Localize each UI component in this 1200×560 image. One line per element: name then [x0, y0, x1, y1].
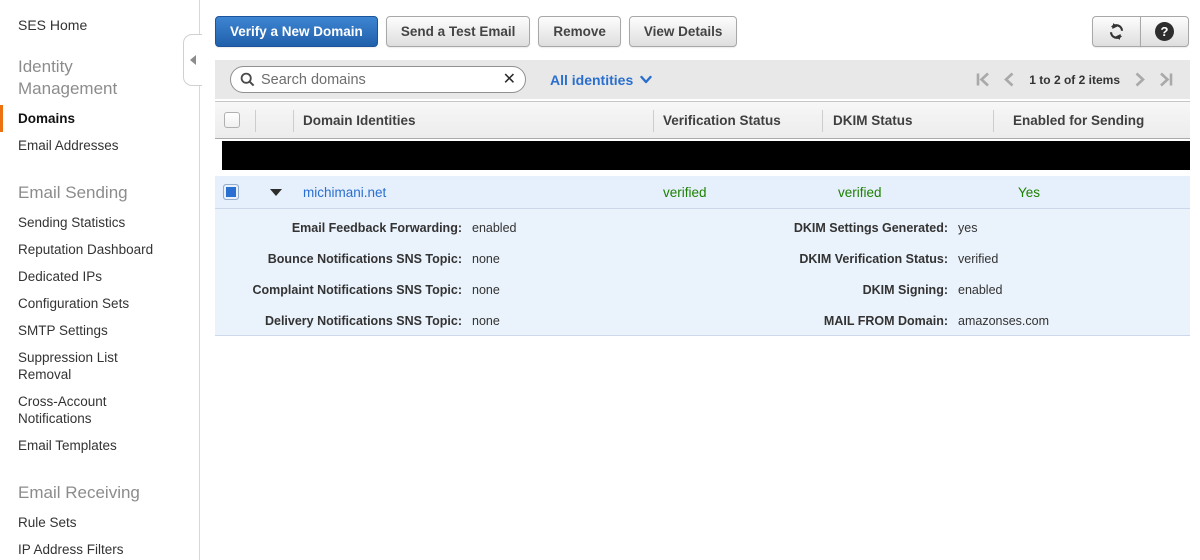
row-checkbox-checked[interactable] — [223, 184, 239, 200]
action-toolbar: Verify a New Domain Send a Test Email Re… — [215, 16, 738, 47]
dkim-signing-value: enabled — [958, 282, 1003, 297]
detail-row: Bounce Notifications SNS Topic: none DKI… — [215, 243, 1190, 274]
mail-from-domain-value: amazonses.com — [958, 313, 1050, 328]
select-all-checkbox[interactable] — [224, 112, 240, 128]
domain-name-link[interactable]: michimani.net — [303, 176, 386, 208]
last-page-button[interactable] — [1158, 72, 1174, 87]
search-input[interactable] — [261, 71, 503, 88]
column-header-enabled-for-sending[interactable]: Enabled for Sending — [1013, 102, 1144, 138]
help-button[interactable]: ? — [1140, 16, 1189, 47]
sidebar-item-domains[interactable]: Domains — [0, 105, 199, 132]
search-icon — [240, 72, 255, 87]
detail-row: Delivery Notifications SNS Topic: none M… — [215, 305, 1190, 336]
sidebar-item-configuration-sets[interactable]: Configuration Sets — [0, 290, 199, 317]
question-mark-icon: ? — [1155, 22, 1174, 41]
verify-new-domain-button[interactable]: Verify a New Domain — [215, 16, 378, 47]
identity-filter-dropdown[interactable]: All identities — [550, 72, 652, 88]
send-test-email-button[interactable]: Send a Test Email — [385, 16, 531, 47]
dkim-verification-status-value: verified — [958, 251, 999, 266]
dkim-settings-generated-value: yes — [958, 220, 978, 235]
column-divider — [653, 110, 654, 132]
first-page-icon — [976, 72, 990, 87]
column-divider — [993, 110, 994, 132]
previous-page-icon — [1004, 72, 1014, 87]
next-page-button[interactable] — [1134, 72, 1146, 87]
column-header-dkim-status[interactable]: DKIM Status — [833, 102, 913, 138]
view-details-button[interactable]: View Details — [628, 16, 738, 47]
filter-bar: ✕ All identities 1 to 2 of 2 items — [215, 60, 1190, 99]
email-feedback-forwarding-value: enabled — [472, 220, 517, 235]
delivery-notifications-value: none — [472, 313, 500, 328]
complaint-notifications-value: none — [472, 282, 500, 297]
select-all-cell — [224, 102, 240, 138]
redacted-table-row[interactable] — [222, 141, 1190, 170]
next-page-icon — [1135, 72, 1145, 87]
complaint-notifications-label: Complaint Notifications SNS Topic: — [252, 282, 463, 297]
detail-row: Email Feedback Forwarding: enabled DKIM … — [215, 212, 1190, 243]
table-row-michimani[interactable]: michimani.net verified verified Yes — [215, 176, 1190, 209]
sidebar-item-reputation-dashboard[interactable]: Reputation Dashboard — [0, 236, 199, 263]
dkim-verification-status-label: DKIM Verification Status: — [799, 251, 948, 266]
sidebar-item-cross-account-notifications[interactable]: Cross-Account Notifications — [0, 388, 199, 432]
sidebar-item-ses-home[interactable]: SES Home — [0, 0, 199, 33]
remove-button[interactable]: Remove — [538, 16, 621, 47]
pagination: 1 to 2 of 2 items — [975, 72, 1174, 87]
bounce-notifications-value: none — [472, 251, 500, 266]
sidebar-item-smtp-settings[interactable]: SMTP Settings — [0, 317, 199, 344]
column-header-verification-status[interactable]: Verification Status — [663, 102, 781, 138]
collapse-left-arrow-icon — [190, 55, 196, 65]
row-expand-cell — [270, 176, 282, 208]
clear-search-icon[interactable]: ✕ — [503, 71, 516, 88]
sidebar-section-identity-management: Identity Management — [18, 57, 118, 98]
chevron-down-icon — [640, 75, 652, 84]
sidebar-item-dedicated-ips[interactable]: Dedicated IPs — [0, 263, 199, 290]
identity-filter-label: All identities — [550, 71, 634, 88]
enabled-for-sending-value: Yes — [1018, 184, 1041, 200]
sidebar-section-email-sending: Email Sending — [18, 183, 128, 202]
refresh-button[interactable] — [1092, 16, 1141, 47]
sidebar-item-suppression-list-removal[interactable]: Suppression List Removal — [0, 344, 199, 388]
bounce-notifications-label: Bounce Notifications SNS Topic: — [267, 251, 462, 266]
verification-status-value: verified — [663, 184, 707, 200]
dkim-signing-label: DKIM Signing: — [862, 282, 948, 297]
dkim-status-value: verified — [838, 184, 882, 200]
sidebar-item-ip-address-filters[interactable]: IP Address Filters — [0, 536, 199, 560]
domain-details-panel: Email Feedback Forwarding: enabled DKIM … — [215, 209, 1190, 336]
sidebar-section-email-receiving: Email Receiving — [18, 483, 140, 502]
column-divider — [822, 110, 823, 132]
email-feedback-forwarding-label: Email Feedback Forwarding: — [291, 220, 462, 235]
column-divider — [293, 110, 294, 132]
sidebar-item-email-templates[interactable]: Email Templates — [0, 432, 199, 459]
column-divider — [255, 110, 256, 132]
first-page-button[interactable] — [975, 72, 991, 87]
previous-page-button[interactable] — [1003, 72, 1015, 87]
sidebar-item-sending-statistics[interactable]: Sending Statistics — [0, 209, 199, 236]
sidebar: SES Home Identity Management Domains Ema… — [0, 0, 200, 560]
pagination-range-text: 1 to 2 of 2 items — [1029, 72, 1120, 87]
ses-console-page: SES Home Identity Management Domains Ema… — [0, 0, 1200, 560]
dkim-settings-generated-label: DKIM Settings Generated: — [793, 220, 948, 235]
collapse-row-arrow-icon[interactable] — [270, 188, 282, 196]
search-box[interactable]: ✕ — [230, 66, 526, 93]
utility-button-group: ? — [1092, 16, 1189, 47]
delivery-notifications-label: Delivery Notifications SNS Topic: — [264, 313, 462, 328]
detail-row: Complaint Notifications SNS Topic: none … — [215, 274, 1190, 305]
refresh-icon — [1109, 23, 1124, 40]
mail-from-domain-label: MAIL FROM Domain: — [823, 313, 948, 328]
sidebar-item-rule-sets[interactable]: Rule Sets — [0, 509, 199, 536]
column-header-domain-identities[interactable]: Domain Identities — [303, 102, 416, 138]
table-header-row: Domain Identities Verification Status DK… — [215, 101, 1190, 139]
sidebar-item-email-addresses[interactable]: Email Addresses — [0, 132, 199, 159]
last-page-icon — [1160, 72, 1173, 87]
sidebar-collapse-handle[interactable] — [183, 34, 204, 86]
row-select-cell — [223, 176, 239, 208]
